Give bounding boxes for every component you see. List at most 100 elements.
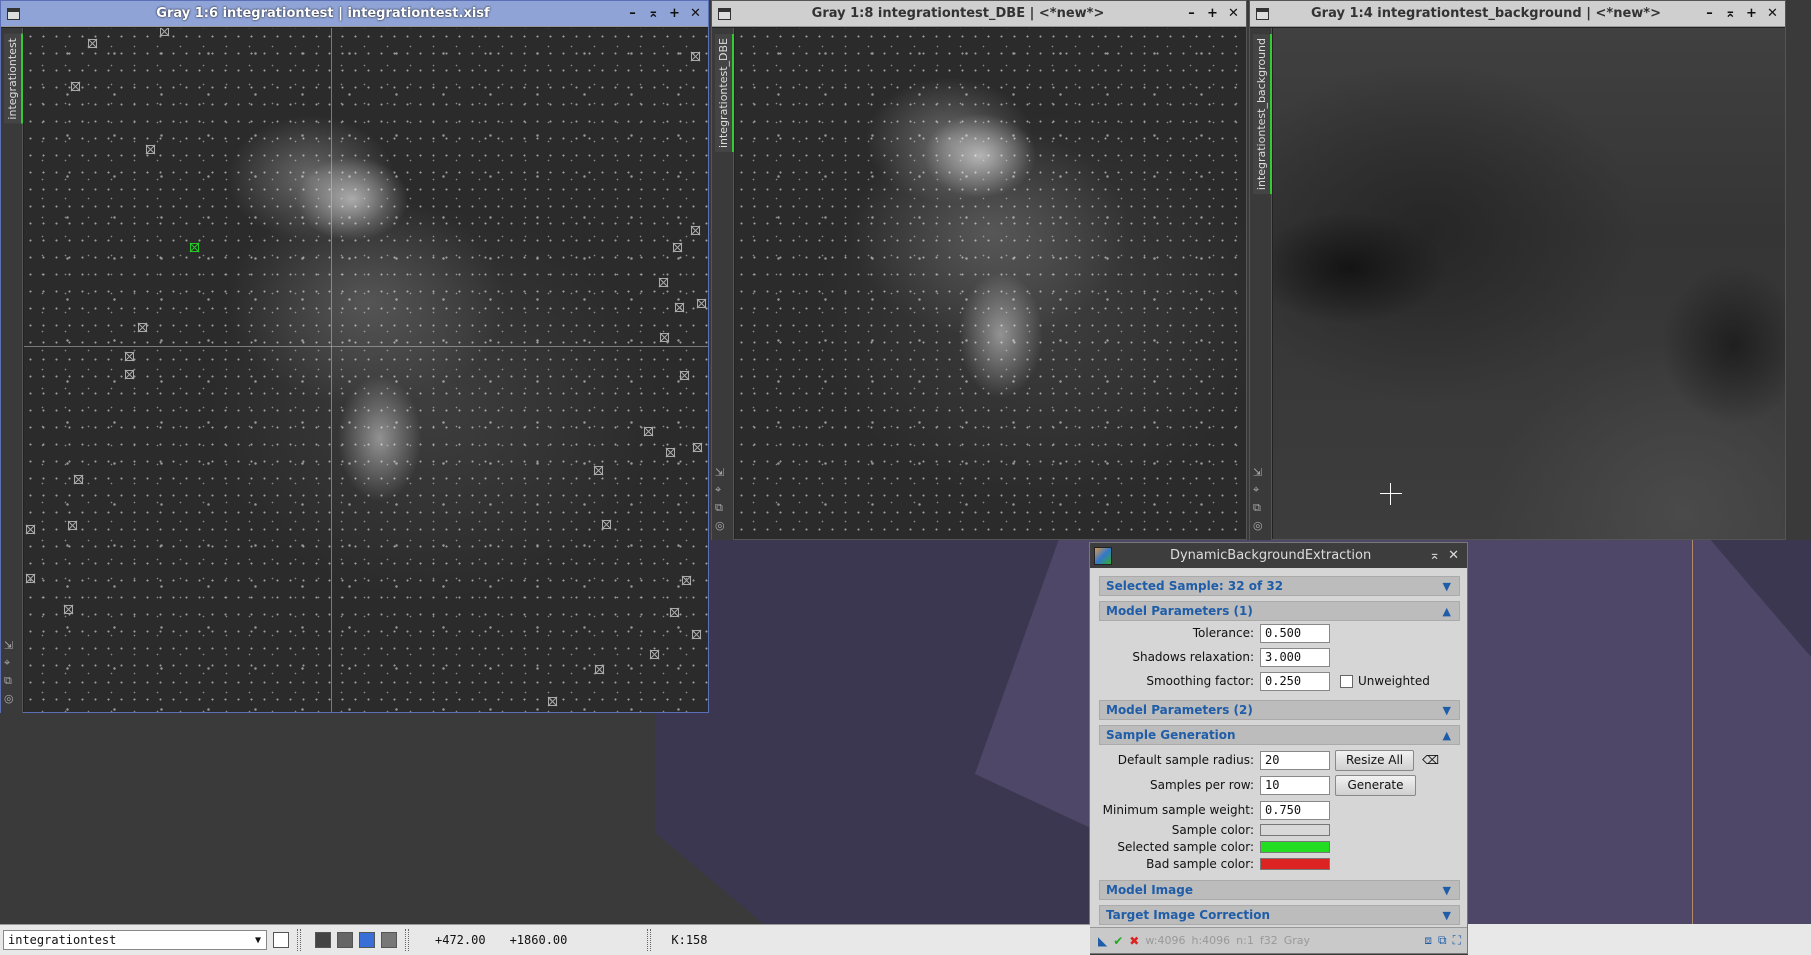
- close-icon[interactable]: ✕: [1448, 548, 1459, 563]
- display-channel-icon[interactable]: [381, 932, 397, 948]
- view-tab-integrationtest-dbe[interactable]: integrationtest_DBE: [715, 34, 734, 153]
- sample-marker[interactable]: [548, 697, 557, 706]
- titlebar-main[interactable]: Gray 1:6 integrationtest | integrationte…: [1, 1, 708, 27]
- sample-color-swatch[interactable]: [1260, 824, 1330, 836]
- resize-all-button[interactable]: Resize All: [1335, 749, 1415, 771]
- sample-marker[interactable]: [691, 226, 700, 235]
- fit-icon[interactable]: ⇲: [1253, 466, 1263, 479]
- shade-icon[interactable]: ⌅: [1429, 548, 1440, 563]
- window-menu-icon[interactable]: [718, 7, 731, 20]
- clear-samples-icon[interactable]: ⌫: [1422, 753, 1439, 767]
- sample-marker[interactable]: [670, 608, 679, 617]
- view-tab-integrationtest[interactable]: integrationtest: [4, 34, 23, 124]
- sample-marker[interactable]: [68, 521, 77, 530]
- minimize-icon[interactable]: –: [626, 6, 639, 21]
- dialog-titlebar[interactable]: DynamicBackgroundExtraction ⌅ ✕: [1090, 543, 1467, 568]
- section-model-params-2[interactable]: Model Parameters (2) ▼: [1099, 700, 1460, 720]
- maximize-icon[interactable]: +: [1206, 6, 1219, 21]
- sample-marker[interactable]: [160, 28, 169, 36]
- sample-marker[interactable]: [691, 52, 700, 61]
- sample-marker[interactable]: [680, 371, 689, 380]
- fit-icon[interactable]: ⇲: [715, 466, 725, 479]
- sample-marker[interactable]: [666, 448, 675, 457]
- sample-marker[interactable]: [595, 665, 604, 674]
- maximize-icon[interactable]: +: [668, 6, 681, 21]
- shadows-relaxation-input[interactable]: 3.000: [1260, 647, 1330, 667]
- clone-icon[interactable]: ⧉: [1253, 501, 1263, 515]
- sample-marker[interactable]: [74, 475, 83, 484]
- collapse-icon[interactable]: ▲: [1443, 605, 1451, 618]
- section-model-params-1[interactable]: Model Parameters (1) ▲: [1099, 601, 1460, 621]
- sample-marker[interactable]: [659, 278, 668, 287]
- sample-marker[interactable]: [650, 650, 659, 659]
- cancel-icon[interactable]: ✖: [1129, 934, 1139, 948]
- expand-icon[interactable]: ▼: [1443, 580, 1451, 593]
- display-channel-icon[interactable]: [315, 932, 331, 948]
- track-view-icon[interactable]: ⧉: [1438, 933, 1447, 948]
- sample-marker[interactable]: [660, 333, 669, 342]
- zoom-icon[interactable]: ⌖: [4, 656, 14, 670]
- execute-icon[interactable]: ✔: [1113, 934, 1123, 948]
- tolerance-input[interactable]: 0.500: [1260, 623, 1330, 643]
- section-model-image[interactable]: Model Image ▼: [1099, 880, 1460, 900]
- sample-marker[interactable]: [71, 82, 80, 91]
- clone-icon[interactable]: ⧉: [715, 501, 725, 515]
- mask-icon[interactable]: ◎: [715, 519, 725, 532]
- preview-mode-icon[interactable]: [273, 932, 289, 948]
- sample-marker[interactable]: [26, 525, 35, 534]
- reset-icon[interactable]: ⛶: [1453, 933, 1461, 948]
- image-canvas-background[interactable]: [1273, 28, 1785, 539]
- section-sample-generation[interactable]: Sample Generation ▲: [1099, 725, 1460, 745]
- image-window-main[interactable]: Gray 1:6 integrationtest | integrationte…: [0, 0, 709, 713]
- sample-marker[interactable]: [146, 145, 155, 154]
- titlebar-dbe[interactable]: Gray 1:8 integrationtest_DBE | <*new*> –…: [712, 1, 1246, 27]
- sample-marker[interactable]: [125, 370, 134, 379]
- generate-button[interactable]: Generate: [1335, 774, 1416, 796]
- titlebar-background[interactable]: Gray 1:4 integrationtest_background | <*…: [1250, 1, 1785, 27]
- section-selected-sample[interactable]: Selected Sample: 32 of 32 ▼: [1099, 576, 1460, 596]
- window-menu-icon[interactable]: [7, 7, 20, 20]
- expand-icon[interactable]: ▼: [1443, 884, 1451, 897]
- image-canvas-main[interactable]: [24, 28, 708, 712]
- sample-marker[interactable]: [644, 427, 653, 436]
- sample-marker[interactable]: [602, 520, 611, 529]
- sample-marker[interactable]: [26, 574, 35, 583]
- clone-icon[interactable]: ⧉: [4, 674, 14, 688]
- browse-doc-icon[interactable]: ⧈: [1424, 933, 1432, 948]
- sample-marker[interactable]: [693, 443, 702, 452]
- mask-icon[interactable]: ◎: [4, 692, 14, 705]
- image-window-background[interactable]: Gray 1:4 integrationtest_background | <*…: [1249, 0, 1786, 540]
- view-tab-integrationtest-background[interactable]: integrationtest_background: [1253, 34, 1272, 195]
- collapse-icon[interactable]: ▲: [1443, 729, 1451, 742]
- display-channel-icon[interactable]: [359, 932, 375, 948]
- image-canvas-dbe[interactable]: [735, 28, 1246, 539]
- sample-marker[interactable]: [697, 299, 706, 308]
- sample-marker[interactable]: [594, 466, 603, 475]
- close-icon[interactable]: ✕: [1227, 6, 1240, 21]
- unweighted-checkbox[interactable]: [1340, 674, 1353, 688]
- zoom-icon[interactable]: ⌖: [715, 483, 725, 497]
- sample-marker[interactable]: [673, 243, 682, 252]
- zoom-icon[interactable]: ⌖: [1253, 483, 1263, 497]
- sample-marker[interactable]: [88, 39, 97, 48]
- expand-icon[interactable]: ▼: [1443, 909, 1451, 922]
- close-icon[interactable]: ✕: [1766, 6, 1779, 21]
- mask-icon[interactable]: ◎: [1253, 519, 1263, 532]
- view-selector[interactable]: integrationtest ▼: [3, 930, 267, 950]
- dbe-dialog[interactable]: DynamicBackgroundExtraction ⌅ ✕ Selected…: [1089, 542, 1468, 954]
- sample-marker[interactable]: [64, 605, 73, 614]
- minimize-icon[interactable]: –: [1185, 6, 1198, 21]
- window-menu-icon[interactable]: [1256, 7, 1269, 20]
- sample-marker[interactable]: [138, 323, 147, 332]
- min-weight-input[interactable]: 0.750: [1260, 800, 1330, 820]
- fit-icon[interactable]: ⇲: [4, 639, 14, 652]
- maximize-icon[interactable]: +: [1745, 6, 1758, 21]
- sample-marker[interactable]: [125, 352, 134, 361]
- sample-radius-input[interactable]: 20: [1260, 750, 1330, 770]
- close-icon[interactable]: ✕: [689, 6, 702, 21]
- sample-marker[interactable]: [682, 576, 691, 585]
- samples-per-row-input[interactable]: 10: [1260, 775, 1330, 795]
- new-instance-icon[interactable]: ◣: [1098, 934, 1107, 948]
- shade-icon[interactable]: ⌅: [1724, 6, 1737, 21]
- image-window-dbe[interactable]: Gray 1:8 integrationtest_DBE | <*new*> –…: [711, 0, 1247, 540]
